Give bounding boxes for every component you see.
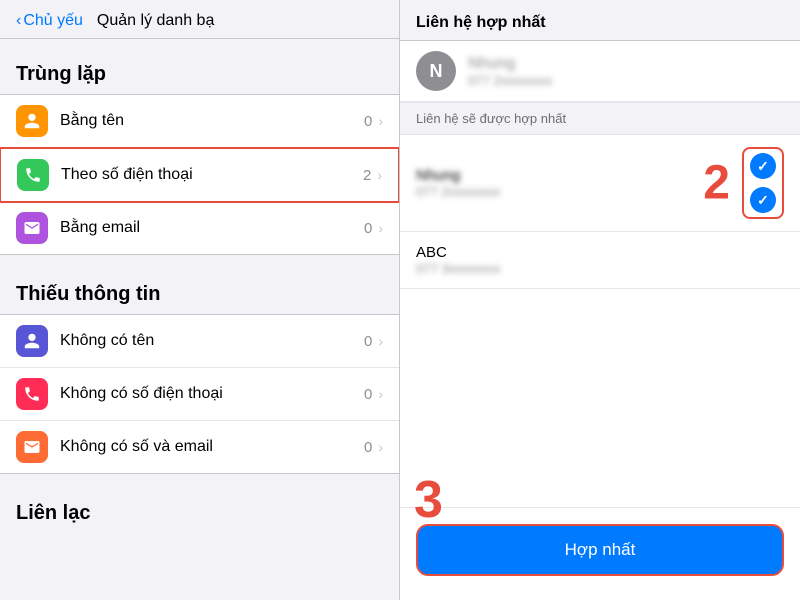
khong-co-ten-count: 0 xyxy=(364,333,372,350)
left-content: Trùng lặp Bằng tên 0 › Theo số điện thoạ… xyxy=(0,39,399,545)
bang-ten-item[interactable]: Bằng tên 0 › xyxy=(0,95,399,148)
checkbox-1[interactable] xyxy=(750,153,776,179)
khong-co-so-email-item[interactable]: Không có số và email 0 › xyxy=(0,421,399,473)
chevron-left-icon: ‹ xyxy=(16,12,21,30)
step2-label: 2 xyxy=(703,156,730,211)
right-panel: Liên hệ hợp nhất N Nhung 077 2xxxxxxxx L… xyxy=(400,0,800,600)
checkbox-2[interactable] xyxy=(750,187,776,213)
bang-ten-count: 0 xyxy=(364,113,372,130)
bang-email-item[interactable]: Bằng email 0 › xyxy=(0,202,399,254)
lien-lac-header: Liên lạc xyxy=(0,494,399,529)
lien-he-hop-nhat-title: Liên hệ hợp nhất xyxy=(400,0,800,41)
merge-candidates: Nhung 077 2xxxxxxxx 2 ABC 077 3xxxxxxxx xyxy=(400,135,800,507)
nav-bar: ‹ Chủ yếu Quản lý danh bạ xyxy=(0,0,399,39)
checkboxes-area xyxy=(742,147,784,219)
merge-section-label: Liên hệ sẽ được hợp nhất xyxy=(400,102,800,135)
khong-co-so-item[interactable]: Không có số điện thoại 0 › xyxy=(0,368,399,421)
unified-contact: N Nhung 077 2xxxxxxxx xyxy=(400,41,800,102)
bang-email-icon xyxy=(16,212,48,244)
left-panel: ‹ Chủ yếu Quản lý danh bạ Trùng lặp Bằng… xyxy=(0,0,400,600)
theo-so-icon xyxy=(17,159,49,191)
bang-ten-chevron: › xyxy=(378,113,383,129)
bang-email-label: Bằng email xyxy=(60,219,364,237)
khong-co-so-email-icon xyxy=(16,431,48,463)
khong-co-ten-label: Không có tên xyxy=(60,332,364,350)
bang-ten-label: Bằng tên xyxy=(60,112,364,130)
contact-name: Nhung xyxy=(468,55,784,73)
back-label: Chủ yếu xyxy=(23,12,83,30)
khong-co-so-icon xyxy=(16,378,48,410)
candidate-1: Nhung 077 2xxxxxxxx 2 xyxy=(400,135,800,232)
candidate-1-info: Nhung 077 2xxxxxxxx xyxy=(416,167,742,199)
step3-label: 3 xyxy=(414,470,443,530)
theo-so-label: Theo số điện thoại xyxy=(61,166,363,184)
khong-co-so-label: Không có số điện thoại xyxy=(60,385,364,403)
khong-co-ten-icon xyxy=(16,325,48,357)
candidate-1-phone: 077 2xxxxxxxx xyxy=(416,184,742,199)
khong-co-so-email-chevron: › xyxy=(378,439,383,455)
candidate-2-info: ABC 077 3xxxxxxxx xyxy=(416,244,784,276)
back-button[interactable]: ‹ Chủ yếu xyxy=(16,12,83,30)
khong-co-ten-item[interactable]: Không có tên 0 › xyxy=(0,315,399,368)
bang-email-count: 0 xyxy=(364,220,372,237)
khong-co-so-count: 0 xyxy=(364,386,372,403)
trung-lap-group: Bằng tên 0 › Theo số điện thoại 2 › 1 Bằ… xyxy=(0,94,399,255)
candidate-2-phone: 077 3xxxxxxxx xyxy=(416,261,784,276)
thieu-thong-tin-header: Thiếu thông tin xyxy=(0,275,399,310)
thieu-thong-tin-group: Không có tên 0 › Không có số điện thoại … xyxy=(0,314,399,474)
candidate-2: ABC 077 3xxxxxxxx xyxy=(400,232,800,289)
candidate-2-name: ABC xyxy=(416,244,784,261)
bottom-area: 3 Hợp nhất xyxy=(400,507,800,600)
khong-co-ten-chevron: › xyxy=(378,333,383,349)
khong-co-so-email-label: Không có số và email xyxy=(60,438,364,456)
theo-so-count: 2 xyxy=(363,167,371,184)
contact-avatar: N xyxy=(416,51,456,91)
khong-co-so-chevron: › xyxy=(378,386,383,402)
theo-so-item[interactable]: Theo số điện thoại 2 › 1 xyxy=(0,147,399,203)
khong-co-so-email-count: 0 xyxy=(364,439,372,456)
nav-title: Quản lý danh bạ xyxy=(97,12,214,30)
theo-so-chevron: › xyxy=(377,167,382,183)
bang-email-chevron: › xyxy=(378,220,383,236)
trung-lap-header: Trùng lặp xyxy=(0,55,399,90)
contact-info: Nhung 077 2xxxxxxxx xyxy=(468,55,784,88)
contact-phone: 077 2xxxxxxxx xyxy=(468,73,784,88)
hop-nhat-button[interactable]: Hợp nhất xyxy=(416,524,784,576)
bang-ten-icon xyxy=(16,105,48,137)
candidate-1-name: Nhung xyxy=(416,167,742,184)
